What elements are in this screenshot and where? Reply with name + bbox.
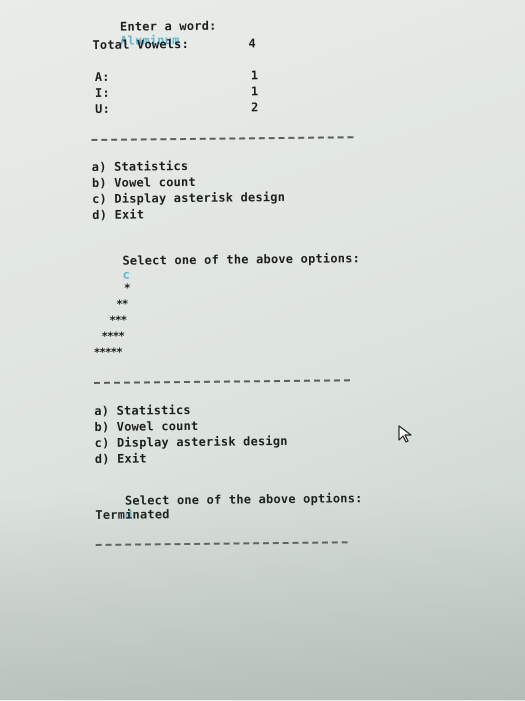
vowel-count-i: 1 (250, 84, 259, 99)
separator-line (94, 379, 351, 384)
vowel-label-a: A: (94, 69, 110, 84)
select-option-label: Select one of the above options: (122, 251, 361, 268)
total-vowels-label: Total Vowels: (92, 36, 190, 52)
asterisk-row: ***** (93, 345, 122, 359)
menu-item-asterisk-design: c) Display asterisk design (92, 189, 286, 206)
vowel-label-u: U: (95, 101, 111, 116)
vowel-count-u: 2 (251, 100, 259, 115)
menu-item-statistics: a) Statistics (94, 402, 191, 418)
terminated-message: Terminated (95, 507, 170, 522)
console-output: Enter a word: Aluminum Total Vowels: 4 A… (0, 0, 525, 701)
menu-item-vowel-count: b) Vowel count (91, 174, 196, 190)
menu-item-statistics: a) Statistics (91, 158, 189, 174)
asterisk-row: **** (101, 329, 125, 343)
vowel-label-i: I: (94, 85, 110, 100)
separator-line (95, 541, 348, 546)
total-vowels-value: 4 (248, 36, 256, 51)
asterisk-row: ** (116, 297, 128, 311)
prompt-label: Enter a word: (119, 18, 217, 34)
asterisk-row: *** (109, 313, 127, 327)
menu-item-asterisk-design: c) Display asterisk design (94, 433, 288, 450)
menu-item-exit: d) Exit (94, 451, 147, 466)
vowel-count-a: 1 (250, 68, 259, 83)
select-option-label: Select one of the above options: (124, 491, 363, 508)
separator-line (91, 136, 354, 141)
select-option-value: c (122, 267, 131, 282)
menu-item-exit: d) Exit (92, 207, 145, 222)
asterisk-row: * (123, 281, 130, 295)
mouse-pointer-icon (398, 425, 412, 443)
select-option-line: Select one of the above options: c (93, 237, 361, 296)
prompt-line: Enter a word: Aluminum (90, 5, 217, 62)
menu-item-vowel-count: b) Vowel count (94, 418, 199, 434)
